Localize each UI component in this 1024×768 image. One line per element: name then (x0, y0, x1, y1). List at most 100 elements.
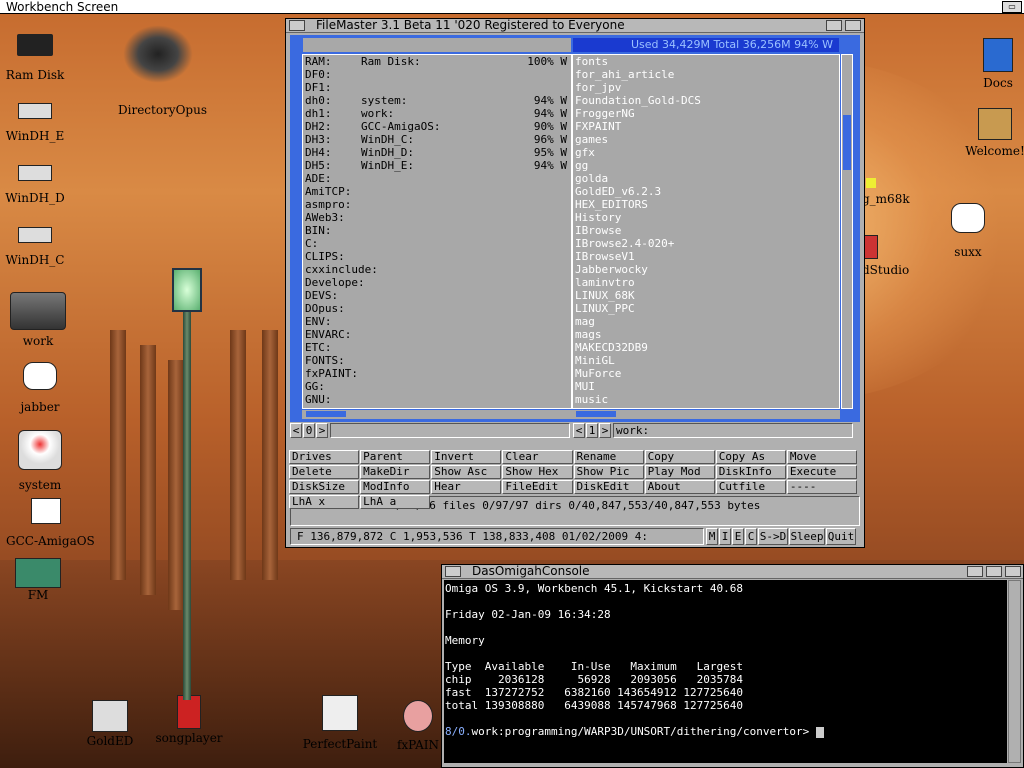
fm-action-button[interactable]: ModInfo (360, 480, 431, 494)
left-file-list[interactable]: RAM: Ram Disk: 100% W DF0: DF1: dh0: system: 94… (302, 54, 572, 409)
left-list-item[interactable]: DEVS: (303, 289, 571, 302)
fm-action-button[interactable]: Play Mod (644, 465, 715, 479)
desktop-icon-system[interactable]: system (0, 430, 80, 492)
fm-action-button[interactable]: Cutfile (715, 480, 786, 494)
desktop-icon-dstudio[interactable]: dStudio (862, 235, 912, 277)
left-next-button[interactable]: > (316, 423, 328, 438)
right-list-item[interactable]: FroggerNG (573, 107, 839, 120)
right-list-item[interactable]: GoldED_v6.2.3 (573, 185, 839, 198)
right-list-item[interactable]: HEX_EDITORS (573, 198, 839, 211)
left-list-item[interactable]: BIN: (303, 224, 571, 237)
right-list-item[interactable]: laminvtro (573, 276, 839, 289)
status-button[interactable]: I (719, 528, 731, 545)
left-list-item[interactable]: asmpro: (303, 198, 571, 211)
fm-action-button[interactable]: Parent (360, 450, 431, 464)
left-hscroll[interactable] (302, 410, 572, 419)
left-list-item[interactable]: FONTS: (303, 354, 571, 367)
desktop-icon-fm[interactable]: FM (0, 558, 78, 602)
right-path-input[interactable]: work: (613, 423, 853, 438)
iconify-icon[interactable] (967, 566, 983, 577)
fm-action-button[interactable]: Show Hex (502, 465, 573, 479)
fm-action-button[interactable]: DiskSize (289, 480, 360, 494)
fm-action-button[interactable]: Move (786, 450, 857, 464)
right-list-item[interactable]: mag (573, 315, 839, 328)
right-list-item[interactable]: Jabberwocky (573, 263, 839, 276)
filemaster-titlebar[interactable]: FileMaster 3.1 Beta 11 '020 Registered t… (286, 19, 864, 33)
right-list-item[interactable]: MuForce (573, 367, 839, 380)
left-list-item[interactable]: DH5: WinDH_E: 94% W (303, 159, 571, 172)
left-list-item[interactable]: AmiTCP: (303, 185, 571, 198)
right-file-list[interactable]: fonts for_ahi_article for_jpv Foundation_Go… (572, 54, 840, 409)
right-list-item[interactable]: for_ahi_article (573, 68, 839, 81)
desktop-icon-suxx[interactable]: suxx (928, 203, 1008, 259)
left-list-item[interactable]: ADE: (303, 172, 571, 185)
fm-action-button[interactable]: About (644, 480, 715, 494)
fm-action-button[interactable]: DiskEdit (573, 480, 644, 494)
desktop-icon-docs[interactable]: Docs (958, 38, 1024, 90)
fm-action-button[interactable]: Delete (289, 465, 360, 479)
depth-icon[interactable] (845, 20, 861, 31)
zoom-icon[interactable] (986, 566, 1002, 577)
console-output[interactable]: Omiga OS 3.9, Workbench 45.1, Kickstart … (444, 580, 1007, 763)
status-button[interactable]: Sleep (789, 528, 825, 545)
status-button[interactable]: C (745, 528, 757, 545)
desktop-icon-fxpaint[interactable]: fxPAIN (395, 700, 441, 752)
desktop-icon-perfectpaint[interactable]: PerfectPaint (300, 695, 380, 751)
fm-action-button[interactable]: Execute (786, 465, 857, 479)
left-list-item[interactable]: ENV: (303, 315, 571, 328)
left-list-item[interactable]: DF1: (303, 81, 571, 94)
right-list-item[interactable]: IBrowseV1 (573, 250, 839, 263)
desktop-icon-directoryopus[interactable]: DirectoryOpus (118, 25, 207, 117)
desktop-icon-windh-e[interactable]: WinDH_E (0, 103, 75, 143)
close-icon[interactable] (445, 566, 461, 577)
left-list-item[interactable]: DH3: WinDH_C: 96% W (303, 133, 571, 146)
left-path-input[interactable] (330, 423, 570, 438)
desktop-icon-golded[interactable]: GoldED (70, 700, 150, 748)
right-list-item[interactable]: History (573, 211, 839, 224)
right-list-item[interactable]: IBrowse (573, 224, 839, 237)
left-list-item[interactable]: GNU: (303, 393, 571, 406)
fm-action-button[interactable]: Copy As (715, 450, 786, 464)
fm-action-button[interactable]: LhA x (289, 495, 360, 509)
right-list-item[interactable]: FXPAINT (573, 120, 839, 133)
left-list-item[interactable]: DOpus: (303, 302, 571, 315)
fm-action-button[interactable]: Show Asc (431, 465, 502, 479)
desktop-icon-windh-c[interactable]: WinDH_C (0, 227, 75, 267)
right-prev-button[interactable]: < (573, 423, 585, 438)
left-list-item[interactable]: fxPAINT: (303, 367, 571, 380)
left-list-item[interactable]: GG: (303, 380, 571, 393)
left-list-item[interactable]: ENVARC: (303, 328, 571, 341)
left-list-item[interactable]: Develope: (303, 276, 571, 289)
left-hscroll-thumb[interactable] (306, 411, 346, 417)
desktop-icon-work[interactable]: work (0, 292, 78, 348)
fm-action-button[interactable]: DiskInfo (715, 465, 786, 479)
desktop-icon-gcc-amigaos[interactable]: GCC-AmigaOS (6, 498, 95, 548)
status-button[interactable]: Quit (826, 528, 856, 545)
right-hscroll-thumb[interactable] (576, 411, 616, 417)
screen-titlebar[interactable]: Workbench Screen ▭ (0, 0, 1024, 14)
right-list-item[interactable]: MiniGL (573, 354, 839, 367)
left-list-item[interactable]: DF0: (303, 68, 571, 81)
left-buffer-number[interactable]: 0 (303, 423, 315, 438)
right-list-item[interactable]: for_jpv (573, 81, 839, 94)
right-list-item[interactable]: golda (573, 172, 839, 185)
right-hscroll[interactable] (572, 410, 840, 419)
right-list-item[interactable]: LINUX_68K (573, 289, 839, 302)
right-list-item[interactable]: MAKECD32DB9 (573, 341, 839, 354)
desktop-icon-ram-disk[interactable]: Ram Disk (0, 28, 75, 82)
left-list-item[interactable]: AWeb3: (303, 211, 571, 224)
console-titlebar[interactable]: DasOmigahConsole (442, 565, 1023, 579)
right-list-item[interactable]: IBrowse2.4-020+ (573, 237, 839, 250)
right-list-item[interactable]: LINUX_PPC (573, 302, 839, 315)
console-window[interactable]: DasOmigahConsole Omiga OS 3.9, Workbench… (441, 564, 1024, 768)
fm-action-button[interactable]: ---- (786, 480, 857, 494)
right-list-item[interactable]: music (573, 393, 839, 406)
right-list-item[interactable]: gfx (573, 146, 839, 159)
desktop-icon-welcome[interactable]: Welcome! (955, 108, 1024, 158)
zoom-icon[interactable] (826, 20, 842, 31)
right-list-item[interactable]: fonts (573, 55, 839, 68)
left-list-item[interactable]: DH4: WinDH_D: 95% W (303, 146, 571, 159)
left-list-item[interactable]: DH2: GCC-AmigaOS: 90% W (303, 120, 571, 133)
fm-action-button[interactable]: MakeDir (360, 465, 431, 479)
right-scrollbar-thumb[interactable] (843, 115, 851, 170)
